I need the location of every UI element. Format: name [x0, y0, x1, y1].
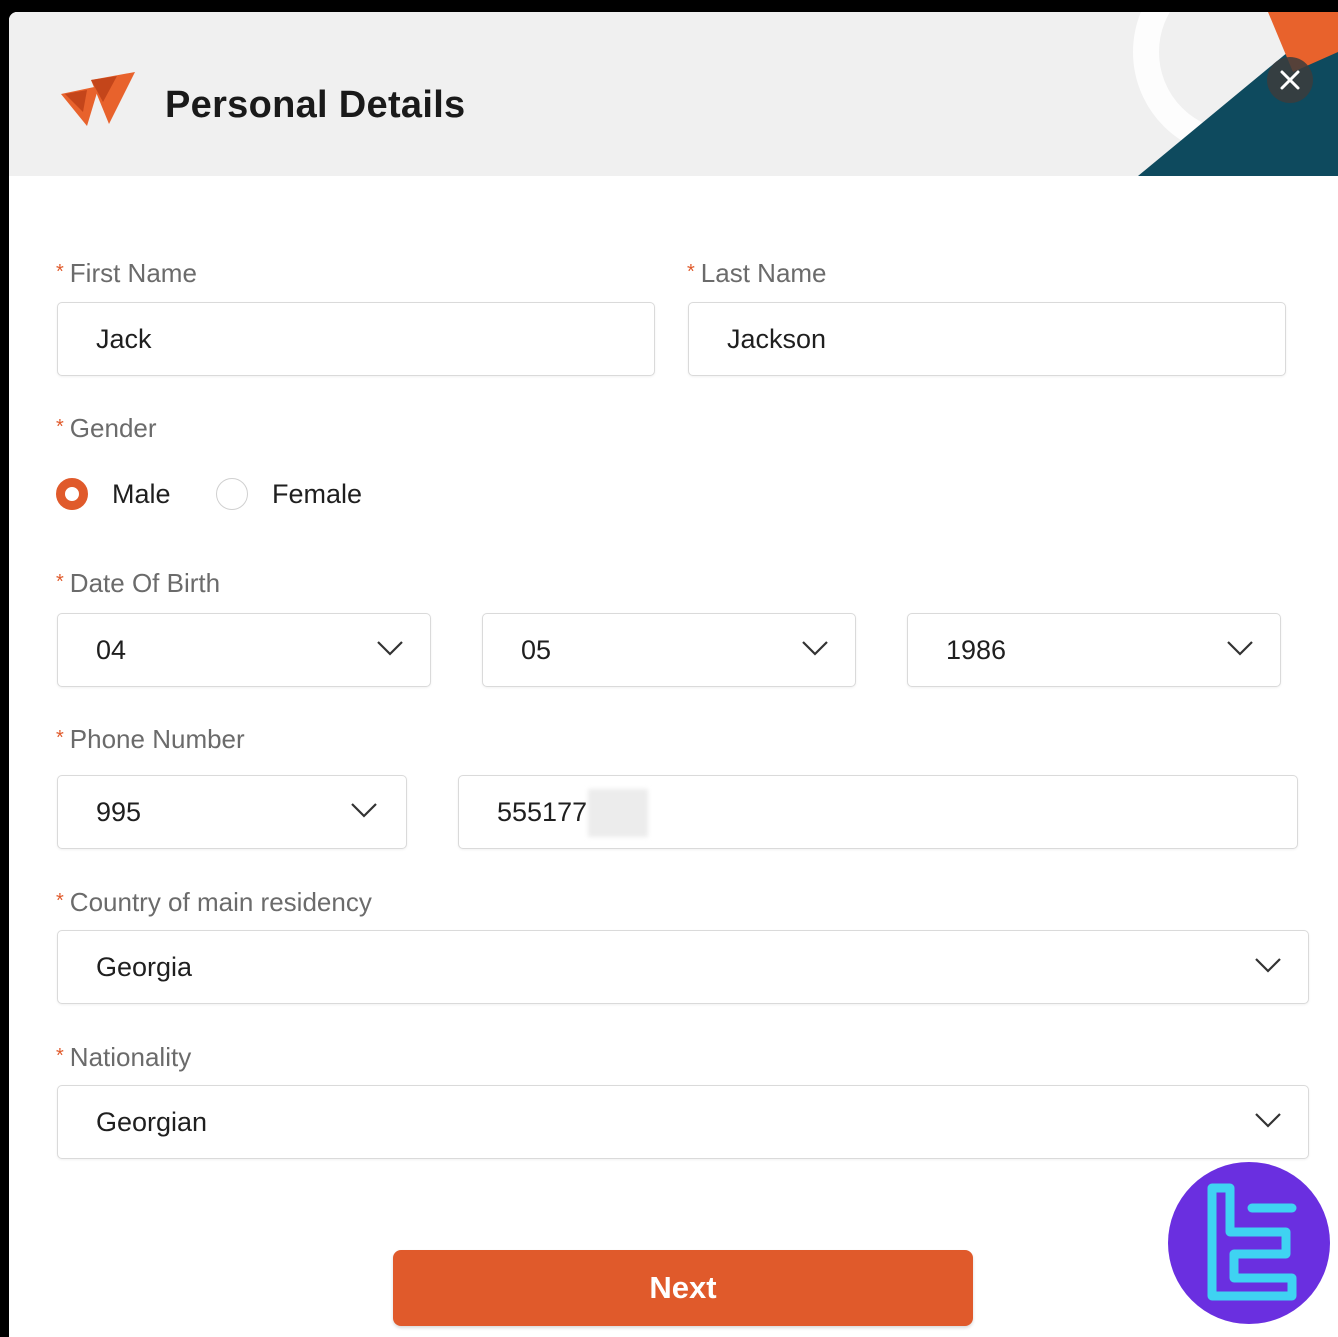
phone-code-select[interactable]: 995 [57, 775, 407, 849]
nationality-label: * Nationality [56, 1042, 191, 1073]
dob-month-value: 05 [521, 635, 552, 665]
phone-number-value: 555177 [497, 797, 588, 827]
required-marker: * [56, 890, 64, 912]
watermark-logo-icon [1168, 1162, 1330, 1324]
phone-number-input[interactable]: 555177 [458, 775, 1298, 849]
required-marker: * [56, 416, 64, 438]
page-title: Personal Details [165, 84, 466, 126]
close-icon [1280, 70, 1300, 90]
dob-year-select[interactable]: 1986 [907, 613, 1281, 687]
country-select[interactable]: Georgia [57, 930, 1309, 1004]
gender-label-text: Gender [69, 413, 157, 443]
chevron-down-icon [351, 803, 377, 818]
nationality-value: Georgian [96, 1107, 208, 1137]
last-name-label-text: Last Name [700, 258, 827, 288]
country-value: Georgia [96, 952, 193, 982]
next-button-label: Next [649, 1270, 717, 1305]
phone-code-value: 995 [96, 797, 142, 827]
dob-label-text: Date Of Birth [69, 568, 221, 598]
required-marker: * [56, 571, 64, 593]
chevron-down-icon [1255, 958, 1281, 973]
last-name-label: * Last Name [687, 258, 827, 289]
chevron-down-icon [377, 641, 403, 656]
gender-option-female[interactable]: Female [272, 479, 362, 510]
required-marker: * [56, 261, 64, 283]
first-name-label: * First Name [56, 258, 197, 289]
dob-year-value: 1986 [946, 635, 1007, 665]
chevron-down-icon [802, 641, 828, 656]
chevron-down-icon [1255, 1113, 1281, 1128]
gender-option-male[interactable]: Male [112, 479, 171, 510]
gender-label: * Gender [56, 413, 157, 444]
dob-label: * Date Of Birth [56, 568, 220, 599]
required-marker: * [687, 261, 695, 283]
first-name-input[interactable]: Jack [57, 302, 655, 376]
redaction-blur [588, 789, 648, 837]
watermark-glyph [1207, 1183, 1297, 1301]
dob-day-select[interactable]: 04 [57, 613, 431, 687]
last-name-input[interactable]: Jackson [688, 302, 1286, 376]
dob-day-value: 04 [96, 635, 127, 665]
required-marker: * [56, 727, 64, 749]
phone-label: * Phone Number [56, 724, 245, 755]
first-name-label-text: First Name [69, 258, 197, 288]
phone-label-text: Phone Number [69, 724, 245, 754]
close-button[interactable] [1267, 57, 1313, 103]
gender-radio-male[interactable] [56, 478, 88, 510]
country-label: * Country of main residency [56, 887, 372, 918]
first-name-value: Jack [96, 324, 152, 354]
required-marker: * [56, 1045, 64, 1067]
dob-month-select[interactable]: 05 [482, 613, 856, 687]
nationality-select[interactable]: Georgian [57, 1085, 1309, 1159]
modal-header: Personal Details [9, 12, 1338, 176]
brand-logo-icon [61, 72, 135, 126]
nationality-label-text: Nationality [69, 1042, 192, 1072]
country-label-text: Country of main residency [69, 887, 372, 917]
chevron-down-icon [1227, 641, 1253, 656]
personal-details-modal: Personal Details * First Name Jack * Last … [9, 12, 1338, 1337]
gender-radio-female[interactable] [216, 478, 248, 510]
last-name-value: Jackson [727, 324, 827, 354]
next-button[interactable]: Next [393, 1250, 973, 1326]
